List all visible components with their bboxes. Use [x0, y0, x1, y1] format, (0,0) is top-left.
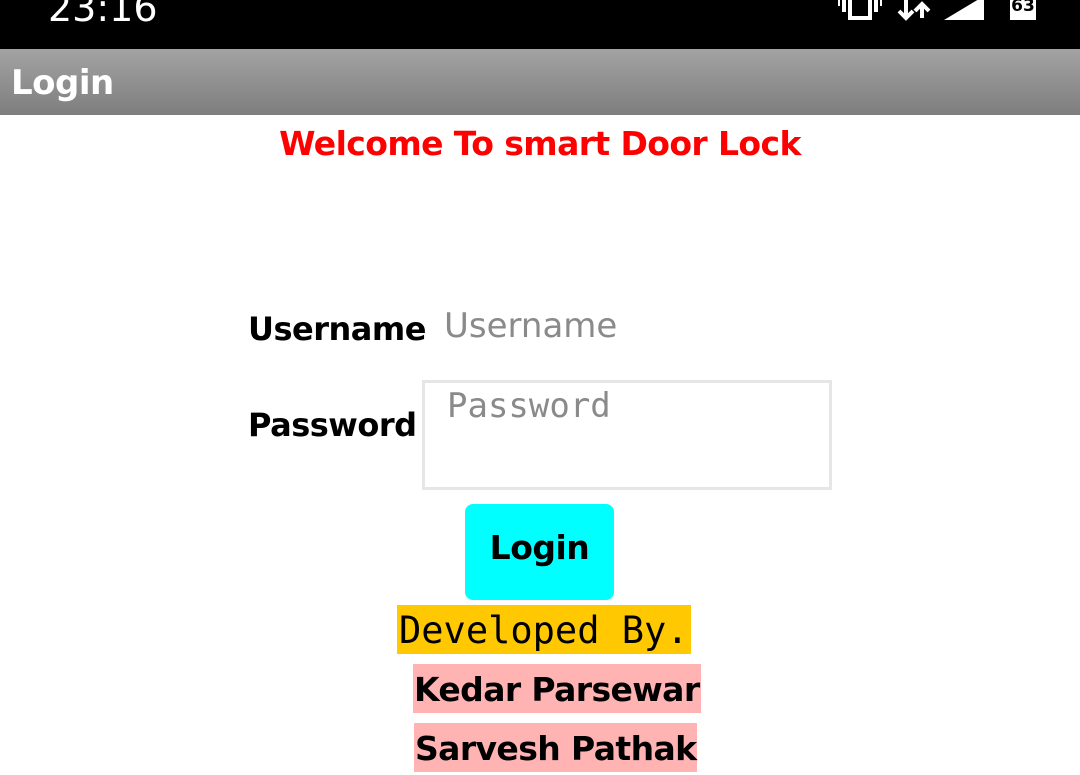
battery-level: 63 — [1011, 0, 1035, 16]
developed-by-heading: Developed By. — [397, 605, 691, 654]
action-bar: Login — [0, 49, 1080, 115]
battery-icon: 63 — [1010, 0, 1036, 20]
password-label: Password — [248, 406, 417, 444]
developer-name: Sarvesh Pathak — [414, 723, 698, 772]
status-bar: 23:16 63 — [0, 0, 1080, 49]
status-time: 23:16 — [48, 0, 158, 30]
username-input[interactable] — [436, 298, 824, 354]
developer-name: Kedar Parsewar — [413, 664, 701, 713]
login-button[interactable]: Login — [465, 504, 614, 600]
welcome-heading: Welcome To smart Door Lock — [279, 124, 801, 163]
password-input[interactable] — [422, 380, 832, 490]
page-title: Login — [11, 63, 114, 103]
signal-icon — [944, 0, 984, 20]
data-arrows-icon — [897, 0, 931, 21]
vibrate-icon — [838, 0, 882, 20]
username-label: Username — [248, 310, 426, 348]
